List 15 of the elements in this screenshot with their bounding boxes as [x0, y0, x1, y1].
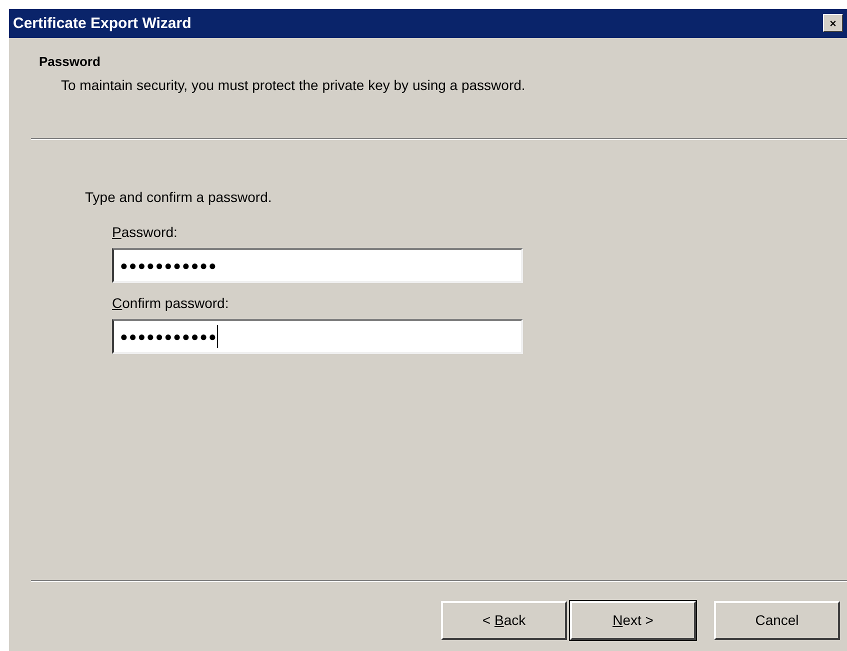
masked-value: ●●●●●●●●●●●	[120, 256, 218, 275]
wizard-button[interactable]: Cancel	[714, 601, 840, 640]
instruction-text: Type and confirm a password.	[85, 188, 273, 207]
close-button[interactable]	[823, 14, 843, 32]
close-icon	[830, 18, 836, 28]
field-label: Password:	[112, 223, 178, 242]
password-field[interactable]: ●●●●●●●●●●●	[112, 248, 523, 283]
wizard-button[interactable]: Next >	[570, 601, 696, 640]
page-title: Password	[39, 53, 102, 71]
window-title: Certificate Export Wizard	[9, 9, 847, 38]
masked-value: ●●●●●●●●●●●	[120, 324, 218, 348]
field-label: Confirm password:	[112, 294, 229, 313]
password-field[interactable]: ●●●●●●●●●●●	[112, 319, 523, 354]
page-subtitle: To maintain security, you must protect the private key by using a password.	[60, 76, 526, 95]
wizard-button[interactable]: < Back	[441, 601, 567, 640]
